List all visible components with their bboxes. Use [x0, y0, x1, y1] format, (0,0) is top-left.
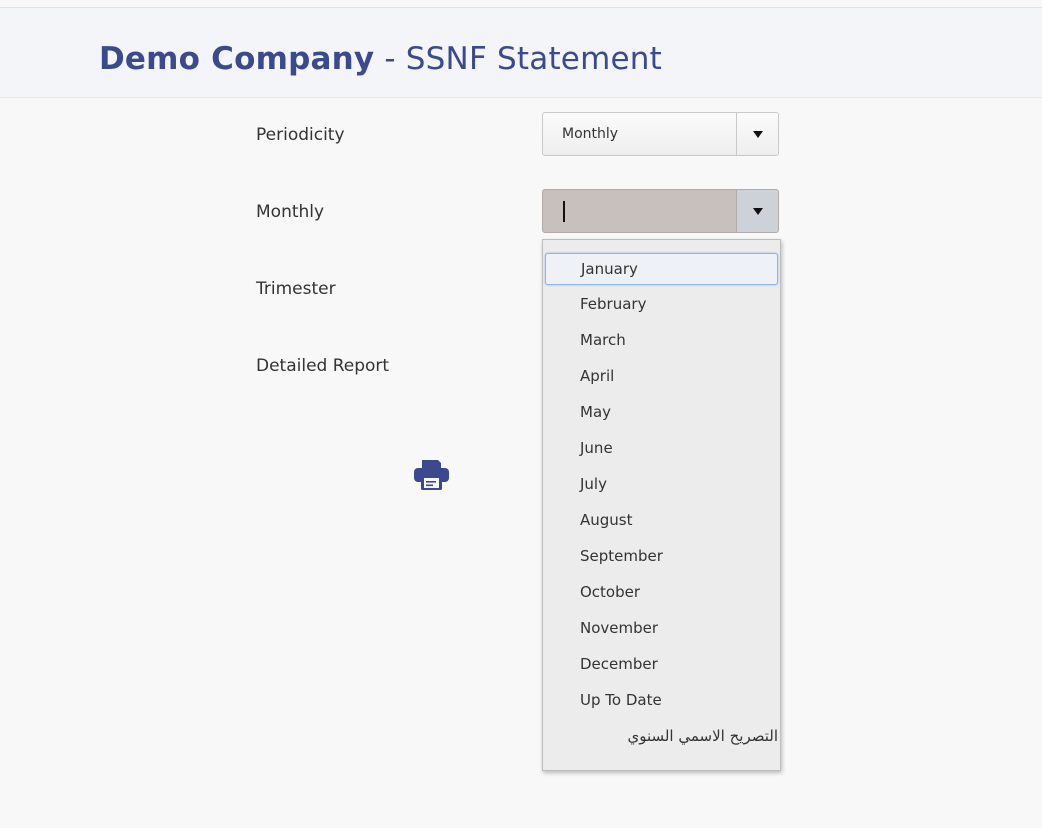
option-october[interactable]: October [545, 577, 778, 609]
report-title: SSNF Statement [405, 41, 662, 77]
print-icon[interactable] [413, 456, 450, 493]
option-may[interactable]: May [545, 397, 778, 429]
option-december[interactable]: December [545, 649, 778, 681]
periodicity-label: Periodicity [256, 125, 345, 145]
trimester-label: Trimester [256, 279, 336, 299]
option-annual-declaration[interactable]: التصريح الاسمي السنوي [545, 721, 778, 753]
title-separator: - [374, 41, 406, 77]
monthly-select[interactable] [542, 189, 779, 233]
option-march[interactable]: March [545, 325, 778, 357]
option-august[interactable]: August [545, 505, 778, 537]
chevron-down-icon [752, 207, 763, 215]
text-caret [563, 201, 565, 222]
periodicity-select[interactable]: Monthly [542, 112, 779, 156]
option-july[interactable]: July [545, 469, 778, 501]
monthly-dropdown-list[interactable]: January February March April May June Ju… [542, 239, 781, 771]
option-september[interactable]: September [545, 541, 778, 573]
chevron-down-icon [752, 130, 763, 138]
periodicity-dropdown-button[interactable] [736, 113, 778, 155]
company-name: Demo Company [99, 41, 375, 77]
monthly-dropdown-button[interactable] [736, 190, 778, 232]
option-june[interactable]: June [545, 433, 778, 465]
periodicity-select-value: Monthly [562, 126, 619, 142]
option-january[interactable]: January [545, 253, 778, 285]
option-february[interactable]: February [545, 289, 778, 321]
page-title: Demo Company - SSNF Statement [99, 41, 662, 77]
option-november[interactable]: November [545, 613, 778, 645]
detailed-report-label: Detailed Report [256, 356, 390, 376]
page-header: Demo Company - SSNF Statement [0, 8, 1042, 98]
monthly-label: Monthly [256, 202, 325, 222]
option-up-to-date[interactable]: Up To Date [545, 685, 778, 717]
option-april[interactable]: April [545, 361, 778, 393]
